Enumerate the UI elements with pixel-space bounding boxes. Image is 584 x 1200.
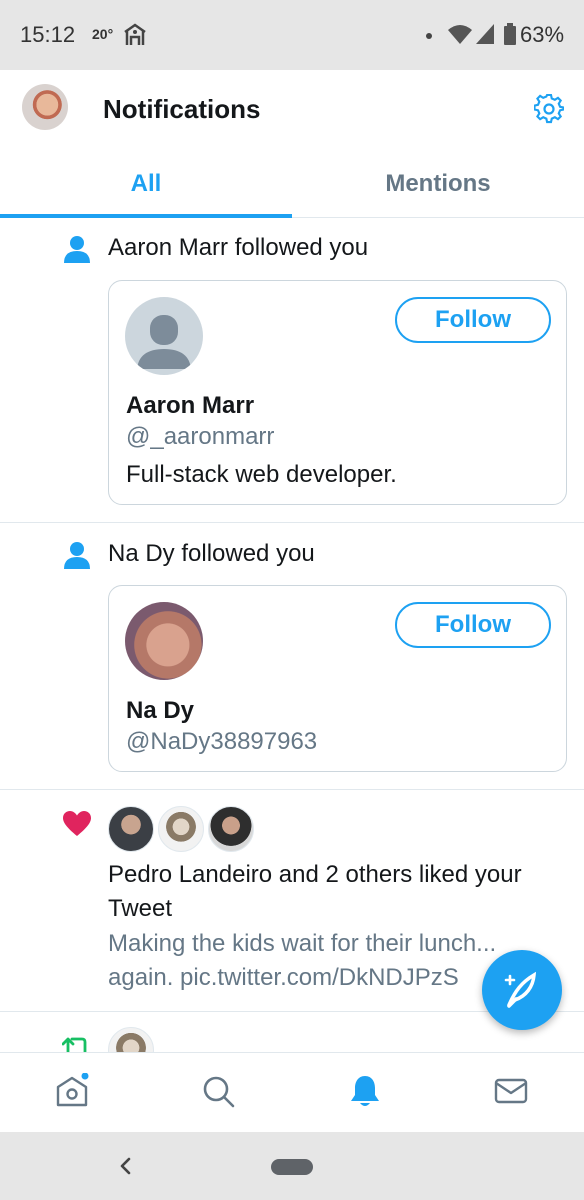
home-icon[interactable] bbox=[54, 1073, 90, 1109]
accessibility-icon bbox=[124, 23, 146, 45]
system-navigation-bar bbox=[0, 1132, 584, 1200]
back-icon[interactable] bbox=[116, 1154, 136, 1178]
liker-avatar[interactable] bbox=[108, 806, 154, 852]
bottom-navigation bbox=[0, 1052, 584, 1132]
status-time: 15:12 bbox=[20, 22, 76, 47]
notification-text-line: Pedro Landeiro and 2 others liked your bbox=[108, 861, 522, 888]
mail-icon[interactable] bbox=[493, 1073, 529, 1109]
user-handle: @_aaronmarr bbox=[126, 423, 275, 450]
notification-text-line: Tweet bbox=[108, 895, 173, 922]
notification-item[interactable]: Na Dy followed you Follow Na Dy @NaDy388… bbox=[0, 524, 584, 790]
notification-text: Aaron Marr followed you bbox=[108, 234, 369, 261]
app-header: Notifications bbox=[0, 70, 584, 152]
notification-text: Na Dy followed you bbox=[108, 540, 315, 567]
tweet-preview: Making the kids wait for their lunch... … bbox=[108, 927, 528, 995]
follow-button[interactable]: Follow bbox=[395, 297, 551, 343]
liker-avatar[interactable] bbox=[158, 806, 204, 852]
person-icon bbox=[64, 542, 90, 569]
follow-button[interactable]: Follow bbox=[395, 602, 551, 648]
battery-percent: 63% bbox=[520, 22, 565, 47]
default-avatar-icon bbox=[125, 297, 203, 375]
tweet-preview-line: Making the kids wait for their lunch... bbox=[108, 930, 497, 957]
page-title: Notifications bbox=[103, 94, 261, 124]
retweet-icon bbox=[62, 1037, 91, 1053]
search-icon[interactable] bbox=[200, 1073, 236, 1109]
user-card[interactable]: Follow Na Dy @NaDy38897963 bbox=[108, 585, 567, 772]
gear-icon[interactable] bbox=[534, 94, 564, 124]
tab-all[interactable]: All bbox=[0, 152, 292, 218]
tweet-preview-line: again. pic.twitter.com/DkNDJPzS bbox=[108, 964, 459, 991]
user-bio: Full-stack web developer. bbox=[126, 461, 397, 488]
user-handle: @NaDy38897963 bbox=[126, 728, 318, 755]
battery-icon bbox=[504, 23, 516, 45]
heart-icon bbox=[63, 811, 91, 836]
profile-avatar[interactable] bbox=[22, 84, 68, 130]
active-tab-indicator bbox=[0, 214, 292, 218]
notification-item[interactable]: Aaron Marr followed you Follow Aaron Mar… bbox=[0, 219, 584, 523]
user-avatar bbox=[125, 602, 203, 680]
user-card[interactable]: Follow Aaron Marr @_aaronmarr Full-stack… bbox=[108, 280, 567, 505]
tab-mentions[interactable]: Mentions bbox=[292, 152, 584, 218]
retweeter-avatar[interactable] bbox=[108, 1027, 154, 1053]
notification-dot-icon bbox=[426, 33, 432, 39]
user-name: Aaron Marr bbox=[126, 392, 255, 419]
home-gesture-pill[interactable] bbox=[271, 1159, 313, 1175]
person-icon bbox=[64, 236, 90, 263]
user-name: Na Dy bbox=[126, 697, 195, 724]
cell-signal-icon bbox=[476, 24, 494, 44]
bell-icon[interactable] bbox=[347, 1073, 383, 1109]
status-temperature: 20° bbox=[92, 26, 114, 42]
notification-text: Pedro Landeiro and 2 others liked your T… bbox=[108, 858, 522, 926]
wifi-icon bbox=[448, 25, 472, 44]
liker-avatar[interactable] bbox=[208, 806, 254, 852]
status-bar: 15:12 20° 63% bbox=[0, 0, 584, 70]
compose-tweet-button[interactable] bbox=[482, 950, 562, 1030]
notification-tabs: All Mentions bbox=[0, 152, 584, 218]
compose-feather-icon bbox=[504, 971, 537, 1008]
